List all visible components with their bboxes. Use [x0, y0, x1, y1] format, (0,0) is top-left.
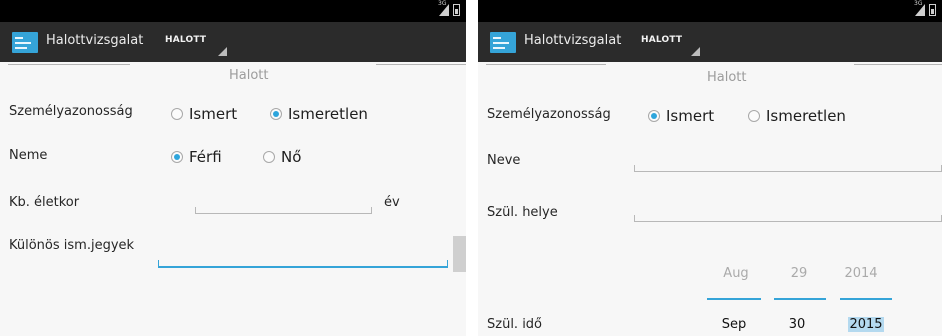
form-content: Halott Személyazonosság Ismert Ismeretle…	[478, 62, 942, 336]
date-picker-prev-month[interactable]: Aug	[714, 266, 758, 281]
date-picker-prev-year[interactable]: 2014	[839, 266, 883, 281]
radio-sex-male[interactable]: Férfi	[171, 148, 222, 166]
section-spinner[interactable]: HALOTT	[641, 35, 682, 45]
radio-label: Ismeretlen	[766, 107, 846, 125]
radio-unchecked-icon	[263, 151, 275, 163]
app-title: Halottvizsgalat	[46, 33, 144, 48]
radio-label: Férfi	[189, 148, 222, 166]
radio-identity-known[interactable]: Ismert	[171, 105, 237, 123]
birthdate-label: Szül. idő	[487, 317, 543, 332]
radio-checked-icon	[270, 108, 282, 120]
marks-label: Különös ism.jegyek	[9, 238, 135, 253]
radio-identity-known[interactable]: Ismert	[648, 107, 714, 125]
radio-identity-unknown[interactable]: Ismeretlen	[748, 107, 846, 125]
radio-sex-female[interactable]: Nő	[263, 148, 301, 166]
screen-right: 3G Halottvizsgalat HALOTT Halott Személy…	[478, 0, 942, 336]
date-picker-year[interactable]: 2015	[848, 317, 884, 332]
date-picker-year-field[interactable]: 2015	[844, 317, 888, 332]
name-input[interactable]	[634, 165, 942, 172]
date-picker-month[interactable]: Sep	[712, 317, 756, 332]
action-bar: Halottvizsgalat HALOTT	[478, 22, 942, 62]
radio-checked-icon	[648, 110, 660, 122]
marks-input[interactable]	[158, 260, 448, 268]
date-picker-prev-day[interactable]: 29	[777, 266, 821, 281]
spinner-arrow-icon[interactable]	[691, 47, 700, 56]
name-label: Neve	[487, 153, 521, 168]
app-icon[interactable]	[490, 32, 516, 53]
radio-unchecked-icon	[171, 108, 183, 120]
app-icon[interactable]	[12, 32, 38, 53]
date-picker-day-divider	[774, 298, 826, 300]
radio-identity-unknown[interactable]: Ismeretlen	[270, 105, 368, 123]
date-picker-day[interactable]: 30	[775, 317, 819, 332]
identity-label: Személyazonosság	[487, 107, 611, 122]
screen-left: 3G Halottvizsgalat HALOTT Halott Személy…	[0, 0, 466, 336]
signal-icon: 3G	[438, 0, 449, 16]
date-picker-month-divider	[707, 298, 761, 300]
action-bar: Halottvizsgalat HALOTT	[0, 22, 466, 62]
age-input[interactable]	[195, 207, 372, 214]
sex-label: Neme	[9, 148, 48, 163]
section-title: Halott	[707, 70, 747, 85]
radio-unchecked-icon	[748, 110, 760, 122]
scrollbar-thumb[interactable]	[453, 236, 466, 272]
date-picker-year-divider	[840, 298, 892, 300]
birthplace-label: Szül. helye	[487, 205, 558, 220]
radio-label: Ismert	[189, 105, 238, 123]
spinner-arrow-icon[interactable]	[218, 47, 227, 56]
status-bar: 3G	[0, 0, 466, 22]
birthplace-input[interactable]	[634, 215, 942, 222]
age-unit: év	[384, 195, 400, 210]
app-title: Halottvizsgalat	[524, 33, 622, 48]
age-label: Kb. életkor	[9, 195, 80, 210]
radio-checked-icon	[171, 151, 183, 163]
section-spinner[interactable]: HALOTT	[165, 35, 206, 45]
tab-divider	[486, 64, 606, 65]
radio-label: Nő	[281, 148, 302, 166]
tab-divider	[376, 64, 466, 65]
identity-label: Személyazonosság	[9, 104, 133, 119]
battery-icon	[929, 4, 936, 16]
section-title: Halott	[229, 68, 269, 83]
radio-label: Ismeretlen	[288, 105, 368, 123]
signal-icon: 3G	[914, 0, 925, 16]
tab-divider	[854, 64, 942, 65]
form-content: Halott Személyazonosság Ismert Ismeretle…	[0, 62, 466, 336]
tab-divider	[8, 64, 130, 65]
battery-icon	[453, 4, 460, 16]
radio-label: Ismert	[666, 107, 715, 125]
status-bar: 3G	[478, 0, 942, 22]
